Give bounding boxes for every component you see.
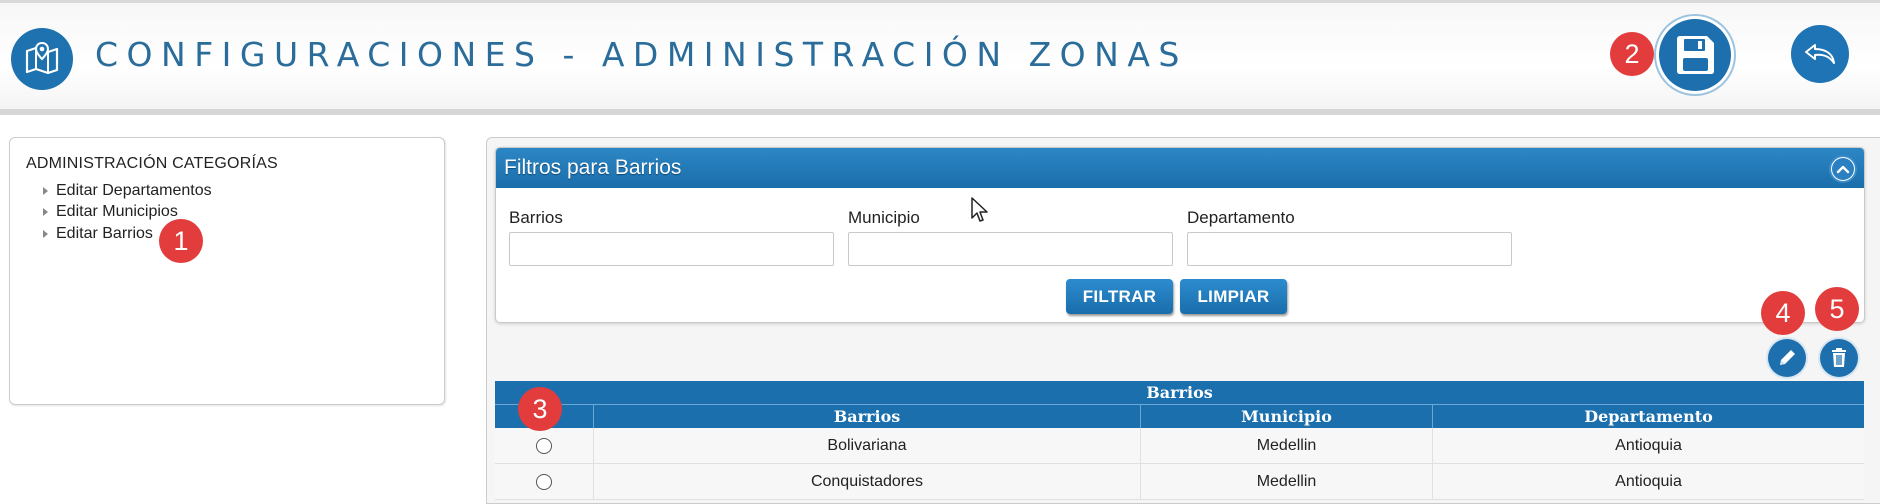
filter-button[interactable]: FILTRAR [1066, 279, 1173, 314]
column-header-barrios[interactable]: Barrios [593, 405, 1140, 428]
categories-title: ADMINISTRACIÓN CATEGORÍAS [26, 155, 278, 172]
departamento-cell: Antioquia [1432, 464, 1864, 499]
page-title: CONFIGURACIONES - ADMINISTRACIÓN ZONAS [95, 35, 1188, 74]
floppy-disk-icon [1677, 36, 1714, 74]
step-badge-4: 4 [1761, 291, 1805, 335]
clear-button[interactable]: LIMPIAR [1180, 279, 1287, 314]
pencil-icon [1780, 350, 1795, 365]
tree-item-barrios[interactable]: Editar Barrios [43, 225, 153, 243]
column-header-municipio[interactable]: Municipio [1140, 405, 1432, 428]
back-arrow-icon [1805, 44, 1835, 64]
departamento-input[interactable] [1187, 232, 1512, 266]
municipio-cell: Medellin [1140, 464, 1432, 499]
save-button[interactable] [1659, 19, 1731, 91]
column-header-departamento[interactable]: Departamento [1432, 405, 1864, 428]
filter-title: Filtros para Barrios [504, 156, 682, 179]
chevron-up-icon [1832, 158, 1854, 180]
municipio-label: Municipio [848, 208, 920, 227]
row-radio[interactable] [536, 473, 552, 490]
municipio-input[interactable] [848, 232, 1173, 266]
trash-icon [1832, 348, 1846, 367]
row-select-cell [495, 464, 593, 499]
step-badge-5: 5 [1815, 287, 1859, 331]
filter-box: Filtros para Barrios Barrios Municipio D… [495, 147, 1865, 323]
barrio-cell: Bolivariana [593, 428, 1140, 463]
barrios-table: Barrios Barrios Municipio Departamento B… [495, 381, 1864, 500]
categories-panel: ADMINISTRACIÓN CATEGORÍAS Editar Departa… [9, 137, 445, 405]
filter-header: Filtros para Barrios [496, 148, 1864, 188]
delete-button[interactable] [1820, 339, 1858, 377]
table-row[interactable]: Conquistadores Medellin Antioquia [495, 464, 1864, 500]
map-pin-icon [11, 28, 73, 90]
step-badge-1: 1 [159, 219, 203, 263]
row-select-cell [495, 428, 593, 463]
collapse-button[interactable] [1829, 155, 1857, 183]
tree-item-label: Editar Barrios [56, 225, 153, 242]
departamento-label: Departamento [1187, 208, 1295, 227]
barrios-label: Barrios [509, 208, 563, 227]
table-header: Barrios Municipio Departamento [495, 404, 1864, 428]
caret-right-icon [43, 230, 48, 238]
row-radio[interactable] [536, 437, 552, 454]
mouse-cursor-icon [971, 197, 988, 222]
caret-right-icon [43, 208, 48, 216]
step-badge-2: 2 [1610, 32, 1654, 76]
caret-right-icon [43, 187, 48, 195]
table-caption: Barrios [495, 381, 1864, 404]
tree-item-label: Editar Departamentos [56, 182, 212, 199]
barrios-input[interactable] [509, 232, 834, 266]
back-button[interactable] [1791, 25, 1849, 83]
edit-button[interactable] [1768, 339, 1806, 377]
step-badge-3: 3 [518, 387, 562, 431]
tree-item-municipios[interactable]: Editar Municipios [43, 203, 178, 221]
barrio-cell: Conquistadores [593, 464, 1140, 499]
app-header: CONFIGURACIONES - ADMINISTRACIÓN ZONAS [0, 0, 1880, 115]
tree-item-label: Editar Municipios [56, 203, 178, 220]
departamento-cell: Antioquia [1432, 428, 1864, 463]
municipio-cell: Medellin [1140, 428, 1432, 463]
table-row[interactable]: Bolivariana Medellin Antioquia [495, 428, 1864, 464]
tree-item-departamentos[interactable]: Editar Departamentos [43, 182, 212, 200]
